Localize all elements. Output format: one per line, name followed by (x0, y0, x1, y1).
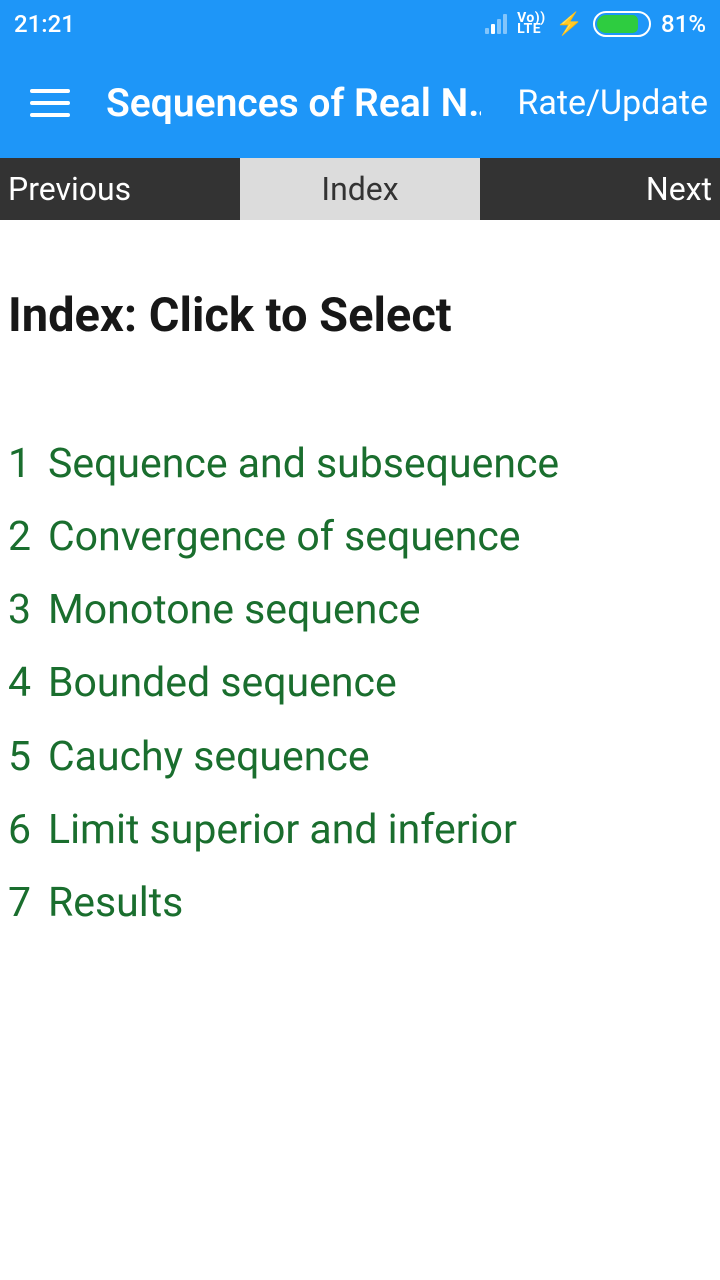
battery-percentage: 81% (661, 10, 706, 38)
index-item-title: Limit superior and inferior (48, 807, 517, 854)
battery-icon (593, 11, 651, 37)
index-item-number: 2 (8, 514, 34, 561)
volte-icon: Vo))LTE (517, 13, 546, 35)
index-item-number: 6 (8, 807, 34, 854)
rate-update-button[interactable]: Rate/Update (517, 83, 708, 123)
index-item-number: 4 (8, 660, 34, 707)
index-item-title: Results (48, 880, 183, 927)
signal-icon (485, 14, 507, 34)
index-item-title: Cauchy sequence (48, 734, 370, 781)
index-item-number: 3 (8, 587, 34, 634)
tab-next[interactable]: Next (480, 158, 720, 220)
index-item[interactable]: 1 Sequence and subsequence (8, 441, 712, 488)
menu-icon[interactable] (30, 89, 70, 117)
index-item-number: 5 (8, 734, 34, 781)
index-item[interactable]: 5 Cauchy sequence (8, 734, 712, 781)
index-item[interactable]: 2 Convergence of sequence (8, 514, 712, 561)
status-bar: 21:21 Vo))LTE ⚡ 81% (0, 0, 720, 48)
tab-previous[interactable]: Previous (0, 158, 240, 220)
index-item-title: Bounded sequence (48, 660, 397, 707)
index-item[interactable]: 6 Limit superior and inferior (8, 807, 712, 854)
status-right: Vo))LTE ⚡ 81% (485, 10, 706, 38)
index-item-title: Monotone sequence (48, 587, 421, 634)
index-item-number: 1 (8, 441, 34, 488)
index-item[interactable]: 4 Bounded sequence (8, 660, 712, 707)
index-item[interactable]: 7 Results (8, 880, 712, 927)
index-list: 1 Sequence and subsequence 2 Convergence… (8, 441, 712, 927)
index-item[interactable]: 3 Monotone sequence (8, 587, 712, 634)
index-item-title: Sequence and subsequence (48, 441, 559, 488)
index-item-number: 7 (8, 880, 34, 927)
content-area: Index: Click to Select 1 Sequence and su… (0, 220, 720, 927)
tab-index[interactable]: Index (240, 158, 480, 220)
app-bar: Sequences of Real N… Rate/Update (0, 48, 720, 158)
app-title: Sequences of Real N… (106, 80, 481, 126)
nav-tabs: Previous Index Next (0, 158, 720, 220)
charging-icon: ⚡ (556, 12, 583, 37)
index-item-title: Convergence of sequence (48, 514, 521, 561)
status-time: 21:21 (14, 10, 75, 38)
page-heading: Index: Click to Select (8, 288, 712, 343)
